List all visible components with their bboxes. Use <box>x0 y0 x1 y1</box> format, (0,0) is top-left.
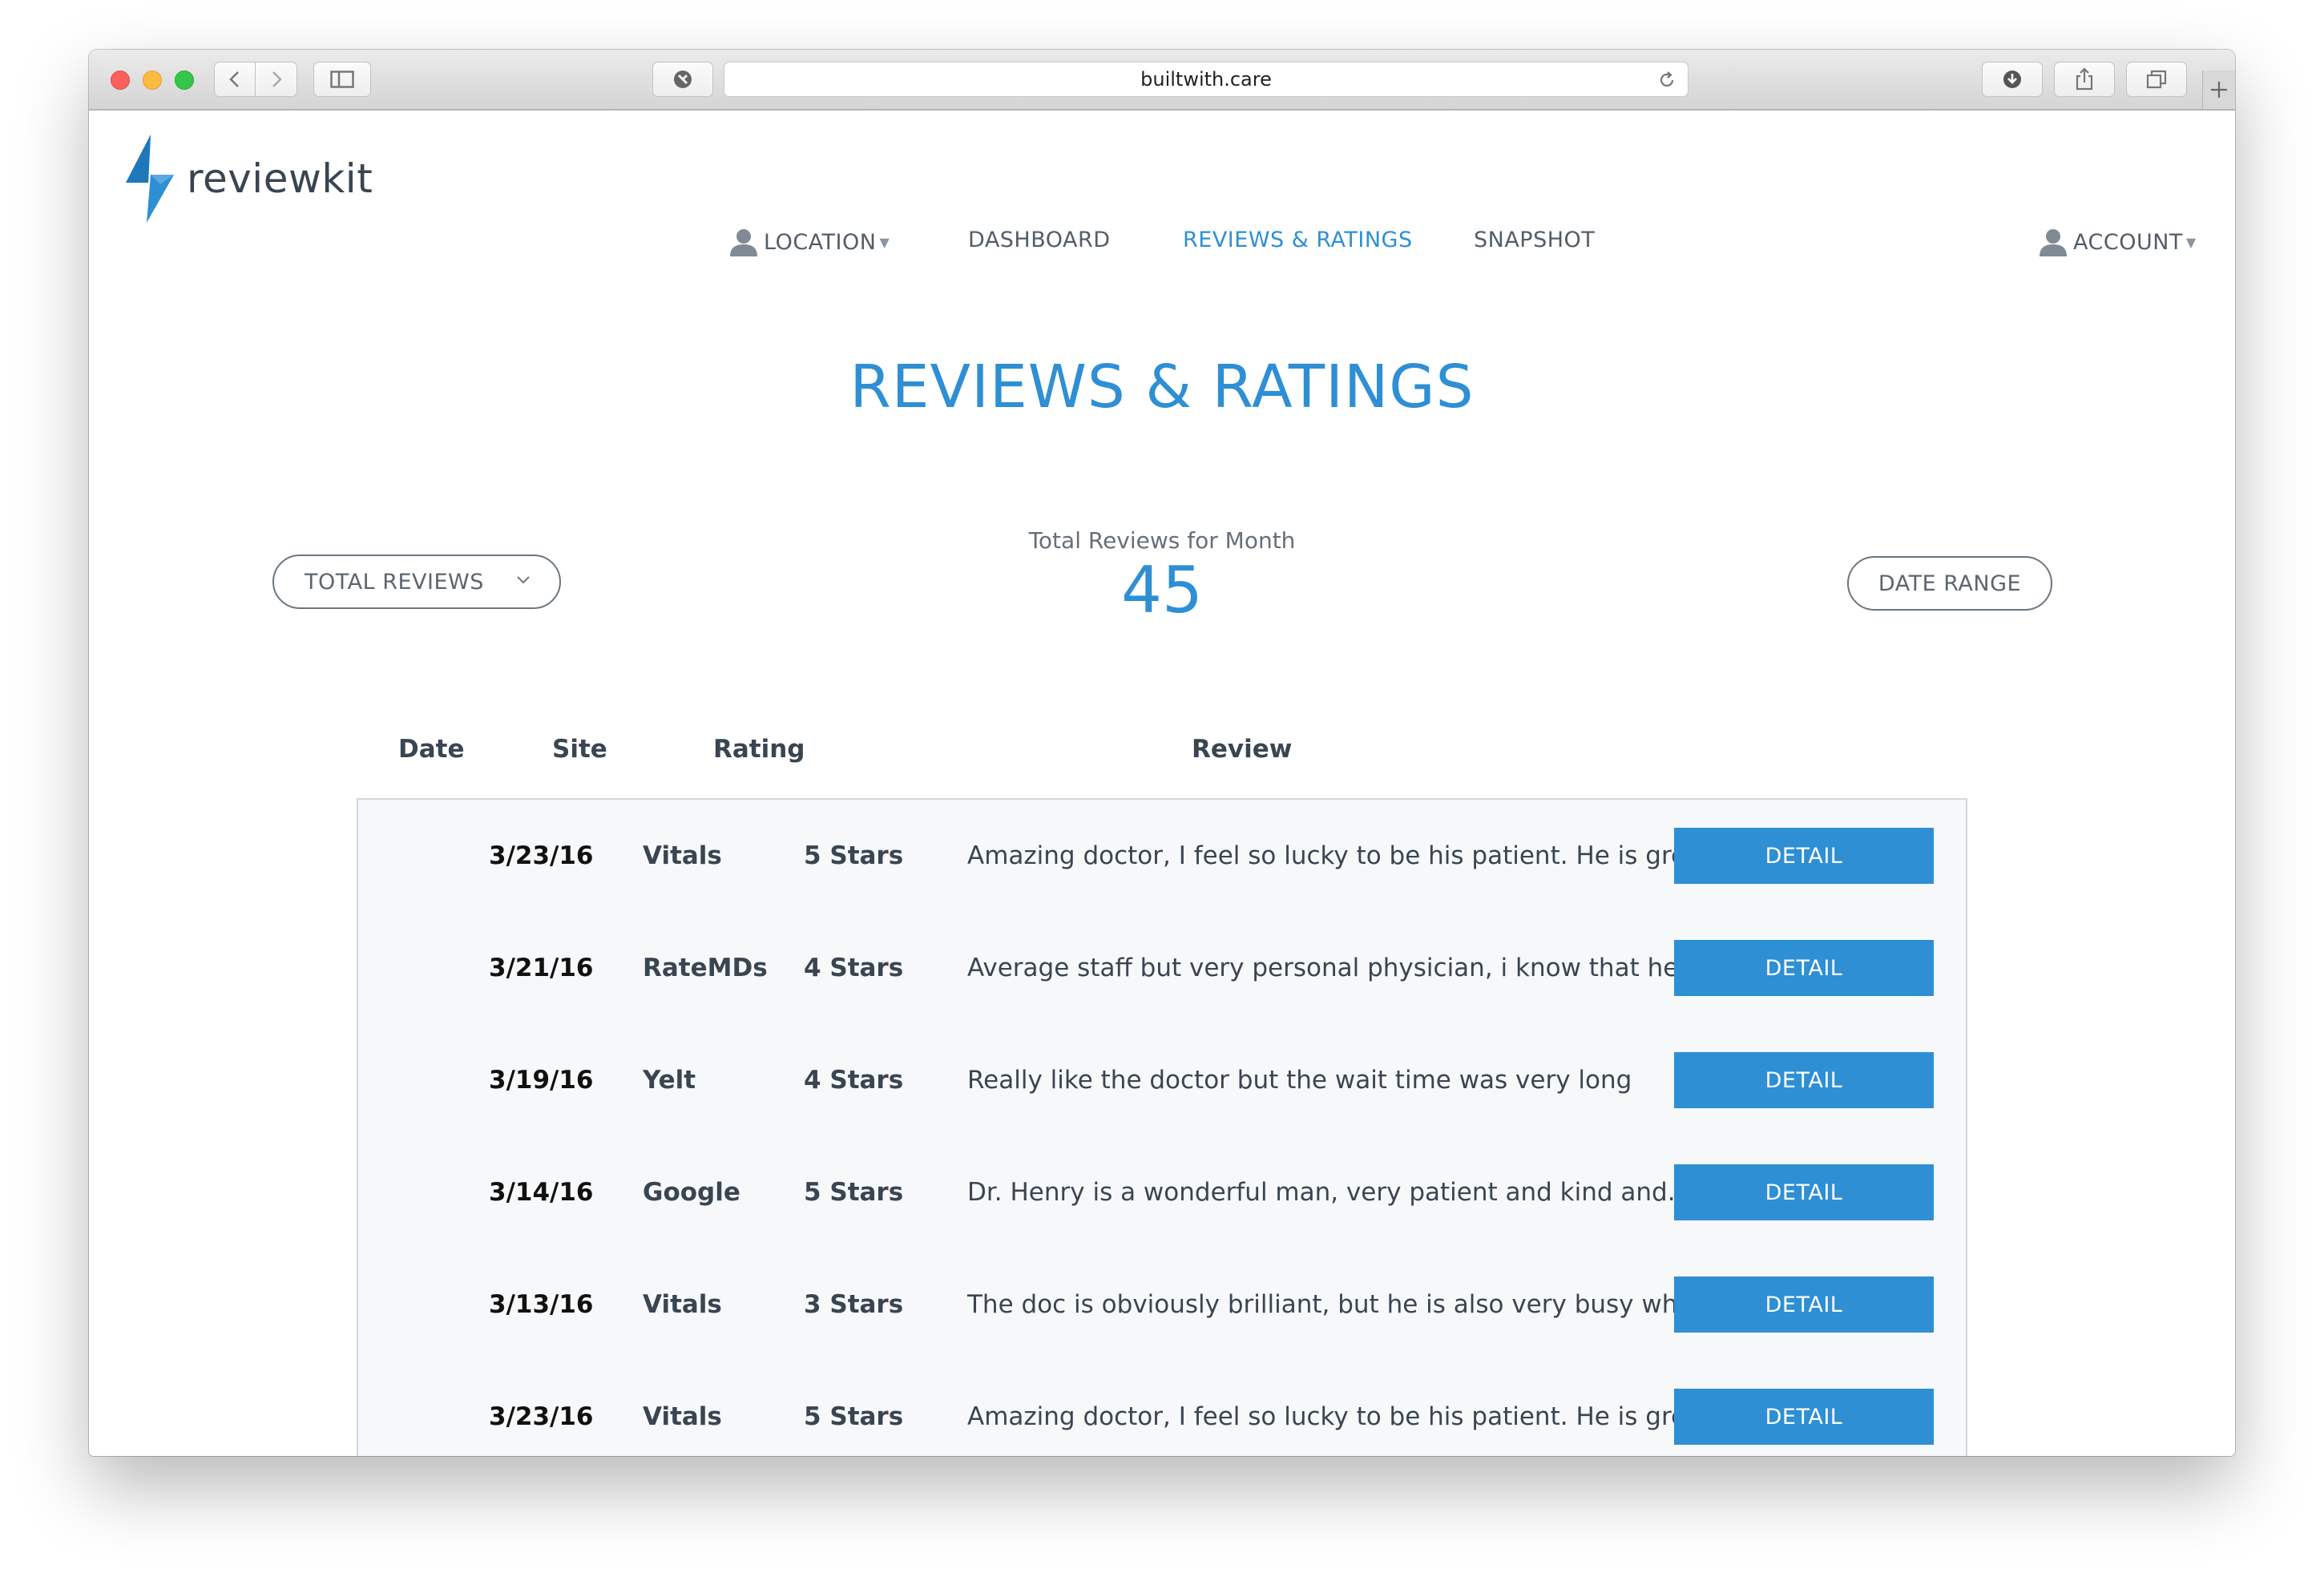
table-row: 3/23/16 Vitals 5 Stars Amazing doctor, I… <box>358 1389 1966 1445</box>
chevron-left-icon <box>229 71 239 87</box>
nav-account[interactable]: ACCOUNT ▼ <box>2038 228 2197 256</box>
url-text: builtwith.care <box>1140 68 1272 91</box>
date-range-button[interactable]: DATE RANGE <box>1847 556 2052 611</box>
nav-reviews-ratings[interactable]: REVIEWS & RATINGS <box>1183 228 1413 252</box>
review-site: RateMDs <box>643 954 768 982</box>
share-button[interactable] <box>2054 62 2115 97</box>
nav-dashboard-label: DASHBOARD <box>968 228 1111 252</box>
detail-button[interactable]: DETAIL <box>1674 1052 1934 1108</box>
total-reviews-dropdown[interactable]: TOTAL REVIEWS <box>272 555 561 609</box>
address-bar[interactable]: builtwith.care <box>724 62 1689 97</box>
review-excerpt: Dr. Henry is a wonderful man, very patie… <box>967 1178 1692 1207</box>
total-reviews-label: Total Reviews for Month <box>1028 527 1296 554</box>
privacy-extension-button[interactable] <box>652 62 713 97</box>
review-rating: 5 Stars <box>804 841 904 870</box>
app-logo[interactable]: reviewkit <box>124 135 373 223</box>
review-date: 3/13/16 <box>489 1290 594 1319</box>
review-rating: 3 Stars <box>804 1290 904 1319</box>
review-date: 3/19/16 <box>489 1066 594 1095</box>
nav-dashboard[interactable]: DASHBOARD <box>968 228 1111 252</box>
review-rating: 4 Stars <box>804 1066 904 1095</box>
review-excerpt: Really like the doctor but the wait time… <box>967 1066 1632 1095</box>
downloads-button[interactable] <box>1982 62 2043 97</box>
review-site: Yelt <box>643 1066 696 1095</box>
review-site: Vitals <box>643 1402 722 1431</box>
nav-snapshot-label: SNAPSHOT <box>1474 228 1596 252</box>
sidebar-toggle-button[interactable] <box>313 62 371 97</box>
back-button[interactable] <box>214 62 256 97</box>
page-title: REVIEWS & RATINGS <box>849 353 1475 421</box>
browser-toolbar: builtwith.care <box>89 50 2235 111</box>
table-row: 3/14/16 Google 5 Stars Dr. Henry is a wo… <box>358 1164 1966 1220</box>
detail-button[interactable]: DETAIL <box>1674 940 1934 996</box>
nav-location[interactable]: LOCATION ▼ <box>728 228 890 256</box>
review-date: 3/21/16 <box>489 954 594 982</box>
column-header-rating: Rating <box>713 735 805 764</box>
review-excerpt: The doc is obviously brilliant, but he i… <box>967 1290 1722 1319</box>
brand-name: reviewkit <box>187 155 373 202</box>
review-excerpt: Average staff but very personal physicia… <box>967 954 1730 982</box>
table-row: 3/13/16 Vitals 3 Stars The doc is obviou… <box>358 1276 1966 1333</box>
date-range-label: DATE RANGE <box>1878 571 2022 596</box>
review-site: Vitals <box>643 1290 722 1319</box>
review-site: Vitals <box>643 841 722 870</box>
history-nav <box>214 62 297 97</box>
user-icon <box>2040 229 2067 256</box>
detail-button[interactable]: DETAIL <box>1674 1164 1934 1220</box>
table-row: 3/23/16 Vitals 5 Stars Amazing doctor, I… <box>358 828 1966 884</box>
plus-icon <box>2211 82 2227 98</box>
caret-down-icon: ▼ <box>879 234 890 250</box>
review-rating: 4 Stars <box>804 954 904 982</box>
reload-icon[interactable] <box>1657 71 1676 90</box>
review-excerpt: Amazing doctor, I feel so lucky to be hi… <box>967 841 1725 870</box>
chevron-right-icon <box>272 71 282 87</box>
chevron-down-icon <box>517 576 530 584</box>
column-header-site: Site <box>552 735 607 764</box>
column-header-review: Review <box>1192 735 1293 764</box>
nav-reviews-label: REVIEWS & RATINGS <box>1183 228 1413 252</box>
review-rating: 5 Stars <box>804 1402 904 1431</box>
download-icon <box>2003 71 2021 88</box>
share-icon <box>2076 67 2093 91</box>
close-window-button[interactable] <box>111 71 130 90</box>
nav-snapshot[interactable]: SNAPSHOT <box>1474 228 1595 252</box>
minimize-window-button[interactable] <box>143 71 162 90</box>
review-date: 3/23/16 <box>489 841 594 870</box>
review-site: Google <box>643 1178 740 1207</box>
review-date: 3/23/16 <box>489 1402 594 1431</box>
nav-account-label: ACCOUNT <box>2073 229 2183 255</box>
nav-location-label: LOCATION <box>764 229 877 255</box>
maximize-window-button[interactable] <box>175 71 194 90</box>
user-icon <box>730 229 757 256</box>
browser-window: builtwith.care reviewkit LOCATION ▼ DASH… <box>89 50 2235 1456</box>
new-tab-button[interactable] <box>2202 71 2235 109</box>
review-date: 3/14/16 <box>489 1178 594 1207</box>
caret-down-icon: ▼ <box>2185 234 2197 250</box>
shield-icon <box>674 71 692 88</box>
tabs-overview-button[interactable] <box>2126 62 2187 97</box>
detail-button[interactable]: DETAIL <box>1674 1276 1934 1333</box>
lightning-bolt-icon <box>126 135 174 223</box>
tabs-icon <box>2146 70 2167 89</box>
forward-button[interactable] <box>256 62 297 97</box>
detail-button[interactable]: DETAIL <box>1674 828 1934 884</box>
column-header-date: Date <box>398 735 465 764</box>
review-excerpt: Amazing doctor, I feel so lucky to be hi… <box>967 1402 1725 1431</box>
sidebar-icon <box>330 71 354 88</box>
detail-button[interactable]: DETAIL <box>1674 1389 1934 1445</box>
table-row: 3/19/16 Yelt 4 Stars Really like the doc… <box>358 1052 1966 1108</box>
review-rating: 5 Stars <box>804 1178 904 1207</box>
total-reviews-dropdown-label: TOTAL REVIEWS <box>305 569 484 595</box>
reviews-table: 3/23/16 Vitals 5 Stars Amazing doctor, I… <box>357 798 1967 1456</box>
table-row: 3/21/16 RateMDs 4 Stars Average staff bu… <box>358 940 1966 996</box>
